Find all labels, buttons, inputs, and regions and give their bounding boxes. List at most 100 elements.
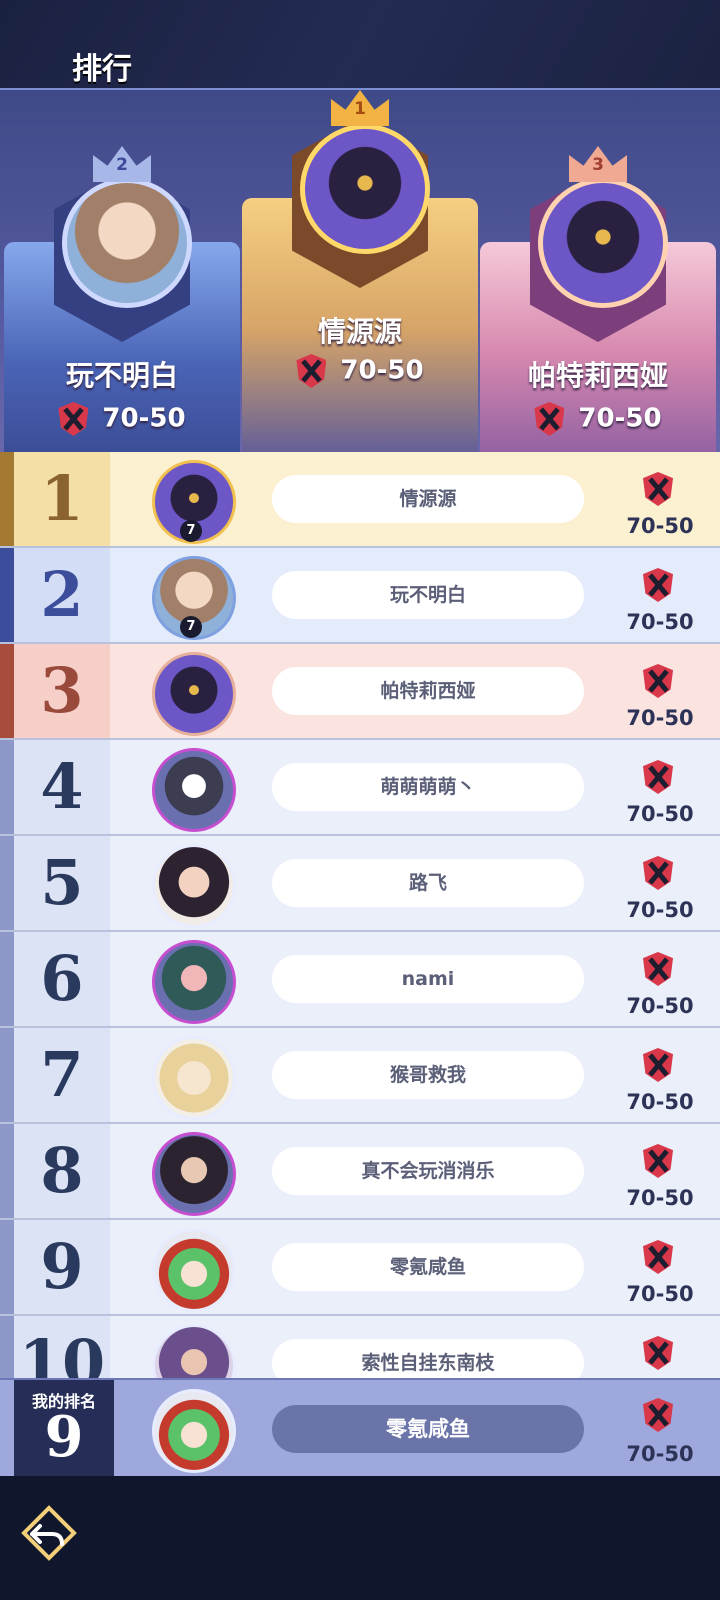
table-row[interactable]: 4 萌萌萌萌丶 70-50 (0, 740, 720, 836)
player-score: 70-50 (626, 1282, 694, 1306)
podium-second[interactable]: 2 玩不明白 70-50 (4, 146, 240, 462)
rank-number: 8 (40, 1134, 84, 1207)
row-accent (0, 548, 14, 642)
player-name: 零氪咸鱼 (272, 1243, 584, 1291)
player-score: 70-50 (626, 802, 694, 826)
player-score: 70-50 (626, 1186, 694, 1210)
level-badge: 7 (180, 520, 202, 542)
podium-first[interactable]: 1 情源源 70-50 (242, 90, 478, 462)
table-row[interactable]: 2 7 玩不明白 70-50 (0, 548, 720, 644)
player-score: 70-50 (626, 610, 694, 634)
player-name: 索性自挂东南枝 (272, 1339, 584, 1378)
player-score: 70-50 (480, 402, 716, 436)
crossed-swords-shield-icon (643, 472, 673, 506)
row-accent (0, 644, 14, 738)
avatar (152, 652, 236, 736)
crossed-swords-shield-icon (643, 760, 673, 794)
avatar (152, 1228, 236, 1312)
row-accent (0, 1124, 14, 1218)
row-accent (0, 1220, 14, 1314)
avatar (152, 940, 236, 1024)
crossed-swords-shield-icon (534, 402, 565, 436)
rank-number: 6 (40, 942, 84, 1015)
my-rank-number: 9 (44, 1404, 84, 1470)
table-row[interactable]: 10 索性自挂东南枝 70-50 (0, 1316, 720, 1378)
podium-third[interactable]: 3 帕特莉西娅 70-50 (480, 146, 716, 462)
avatar (152, 1324, 236, 1378)
table-row[interactable]: 9 零氪咸鱼 70-50 (0, 1220, 720, 1316)
score-value: 70-50 (340, 355, 424, 386)
player-score: 70-50 (626, 514, 694, 538)
crossed-swords-shield-icon (643, 1336, 673, 1370)
player-name: 帕特莉西娅 (527, 359, 668, 392)
player-name: 真不会玩消消乐 (272, 1147, 584, 1195)
player-score: 70-50 (626, 898, 694, 922)
player-score: 70-50 (626, 1090, 694, 1114)
player-name: 情源源 (317, 315, 402, 348)
page-title: 排行 (72, 52, 132, 87)
crossed-swords-shield-icon (643, 1048, 673, 1082)
rank-number: 10 (18, 1326, 106, 1378)
rank-number: 3 (40, 654, 84, 727)
player-score: 70-50 (626, 1442, 694, 1466)
player-name: 猴哥救我 (272, 1051, 584, 1099)
podium: 2 玩不明白 70-50 1 情源源 70-50 3 帕特莉西娅 70-50 (0, 88, 720, 462)
table-row[interactable]: 6 nami 70-50 (0, 932, 720, 1028)
player-name: 零氪咸鱼 (272, 1405, 584, 1453)
player-score: 70-50 (242, 354, 478, 388)
player-name: 路飞 (272, 859, 584, 907)
row-accent (0, 836, 14, 930)
player-score: 70-50 (626, 706, 694, 730)
row-accent (0, 452, 14, 546)
score-value: 70-50 (102, 403, 186, 434)
avatar (300, 124, 430, 254)
avatar (152, 1036, 236, 1120)
my-rank-row[interactable]: 我的排名 9 零氪咸鱼 70-50 (0, 1378, 720, 1480)
avatar (152, 844, 236, 928)
level-badge: 7 (180, 616, 202, 638)
table-row[interactable]: 8 真不会玩消消乐 70-50 (0, 1124, 720, 1220)
player-name: nami (272, 955, 584, 1003)
avatar (152, 748, 236, 832)
avatar (62, 178, 192, 308)
avatar (538, 178, 668, 308)
crossed-swords-shield-icon (643, 1398, 673, 1432)
crossed-swords-shield-icon (643, 1144, 673, 1178)
player-name: 玩不明白 (272, 571, 584, 619)
crossed-swords-shield-icon (58, 402, 89, 436)
ranking-list[interactable]: 1 7 情源源 70-50 2 7 玩不明白 70-50 3 帕特莉西娅 70-… (0, 452, 720, 1378)
rank-number: 5 (40, 846, 84, 919)
avatar (152, 1389, 236, 1473)
crossed-swords-shield-icon (296, 354, 327, 388)
player-name: 帕特莉西娅 (272, 667, 584, 715)
rank-number: 2 (40, 558, 84, 631)
crown-icon: 1 (331, 90, 389, 126)
player-name: 萌萌萌萌丶 (272, 763, 584, 811)
row-accent (0, 740, 14, 834)
crossed-swords-shield-icon (643, 856, 673, 890)
crossed-swords-shield-icon (643, 1240, 673, 1274)
player-score: 70-50 (4, 402, 240, 436)
crossed-swords-shield-icon (643, 952, 673, 986)
score-value: 70-50 (578, 403, 662, 434)
row-accent (0, 1316, 14, 1378)
table-row[interactable]: 1 7 情源源 70-50 (0, 452, 720, 548)
table-row[interactable]: 3 帕特莉西娅 70-50 (0, 644, 720, 740)
rank-number: 9 (40, 1230, 84, 1303)
my-rank-box: 我的排名 9 (14, 1380, 114, 1478)
table-row[interactable]: 5 路飞 70-50 (0, 836, 720, 932)
crossed-swords-shield-icon (643, 664, 673, 698)
rank-number: 1 (40, 462, 84, 535)
table-row[interactable]: 7 猴哥救我 70-50 (0, 1028, 720, 1124)
player-name: 情源源 (272, 475, 584, 523)
row-accent (0, 1028, 14, 1122)
player-name: 玩不明白 (65, 359, 178, 392)
row-accent (0, 932, 14, 1026)
crossed-swords-shield-icon (643, 568, 673, 602)
bottom-bar (0, 1476, 720, 1600)
back-arrow-icon[interactable] (20, 1504, 78, 1562)
rank-number: 7 (40, 1038, 84, 1111)
rank-number: 4 (40, 750, 84, 823)
player-score: 70-50 (626, 994, 694, 1018)
crown-icon: 2 (93, 146, 151, 182)
